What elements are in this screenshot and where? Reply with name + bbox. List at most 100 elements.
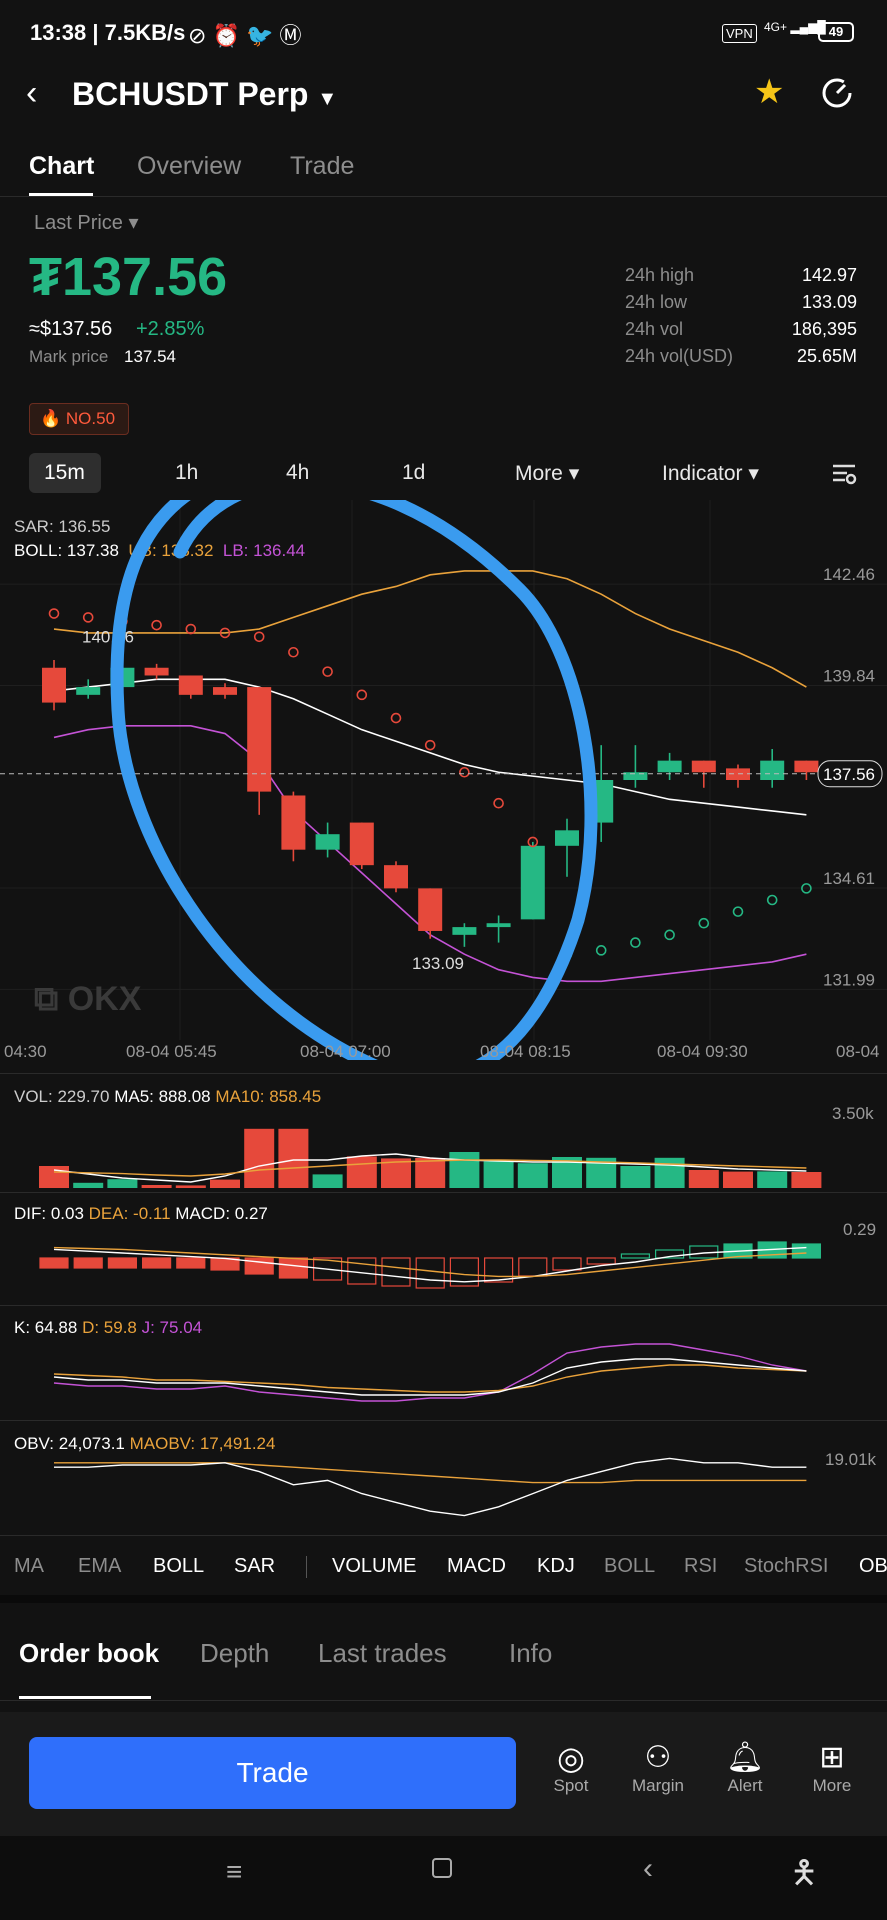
tab-order-book[interactable]: Order book [19, 1638, 159, 1669]
panel-divider [0, 1073, 887, 1074]
macd-bar [552, 1257, 582, 1271]
macd-bar [381, 1257, 411, 1287]
battery-icon: 49 [818, 22, 854, 42]
ind-tab-kdj[interactable]: KDJ [537, 1555, 575, 1578]
alert-button[interactable]: 🔔︎ Alert [700, 1740, 790, 1796]
stat-value: 133.09 [801, 292, 857, 312]
x-tick: 04:30 [4, 1042, 47, 1061]
more-button[interactable]: ⊞ More [787, 1740, 877, 1796]
more-label: More [812, 1776, 852, 1795]
stat-label: 24h high [625, 265, 695, 285]
candlestick-chart[interactable]: ⧉ OKX 137.56 142.46 139.84 134.61 131.99 140.7… [0, 500, 887, 1060]
ind-tab-ema[interactable]: EMA [78, 1555, 121, 1578]
volume-bar [244, 1128, 275, 1188]
macd-bar [518, 1257, 548, 1277]
star-icon[interactable]: ★ [754, 72, 784, 112]
boll-mid-line [53, 678, 807, 816]
last-price-selector[interactable]: Last Price ▾ [34, 210, 139, 235]
ind-tab-boll[interactable]: BOLL [153, 1555, 204, 1578]
macd-bar [73, 1257, 103, 1269]
tab-trade[interactable]: Trade [290, 152, 354, 181]
vpn-badge: VPN [722, 24, 757, 43]
sar-dot [356, 689, 368, 701]
obv-chart [54, 1457, 807, 1517]
sar-dot [493, 797, 504, 809]
indicator-dropdown[interactable]: Indicator ▾ [662, 461, 759, 486]
timeframe-1d[interactable]: 1d [402, 461, 425, 485]
refresh-icon[interactable] [820, 76, 854, 110]
volume-bar [175, 1185, 206, 1188]
ind-tab-ma[interactable]: MA [14, 1555, 44, 1578]
approx-price: ≈$137.56 [29, 318, 113, 340]
kdj-legend: K: 64.88 D: 59.8 J: 75.04 [14, 1318, 202, 1338]
spot-button[interactable]: ◎ Spot [526, 1740, 616, 1796]
more-dropdown[interactable]: More ▾ [515, 461, 579, 486]
ind-tab-boll-sub[interactable]: BOLL [604, 1555, 655, 1578]
tab-info[interactable]: Info [509, 1638, 552, 1669]
ind-tab-sar[interactable]: SAR [234, 1555, 275, 1578]
stat-label: 24h vol(USD) [625, 346, 734, 366]
ind-tab-stochrsi[interactable]: StochRSI [744, 1555, 828, 1578]
sar-dot [698, 917, 710, 929]
candle-body [315, 834, 340, 850]
timeframe-4h[interactable]: 4h [286, 461, 309, 485]
candle-body [144, 667, 169, 676]
macd-bar [415, 1257, 445, 1289]
back-nav-icon[interactable]: ‹ [643, 1852, 653, 1886]
volume-bar [449, 1152, 480, 1188]
grid-icon: ⊞ [819, 1741, 845, 1774]
y-tick: 134.61 [823, 869, 875, 888]
obv-line [54, 1457, 807, 1517]
price-change: +2.85% [136, 318, 205, 340]
home-icon[interactable] [432, 1858, 452, 1878]
back-icon[interactable]: ‹ [26, 74, 37, 113]
tab-last-trades[interactable]: Last trades [318, 1638, 447, 1669]
sar-dot [766, 894, 778, 906]
sar-dot [253, 631, 265, 643]
candle-body [178, 675, 203, 695]
stat-label: 24h vol [625, 319, 684, 339]
panel-divider [0, 1305, 887, 1306]
rank-badge[interactable]: 🔥 NO.50 [29, 403, 129, 435]
bell-icon: 🔔︎ [725, 1741, 765, 1774]
volume-bar [654, 1157, 685, 1188]
menu-icon[interactable]: ≡ [226, 1856, 242, 1888]
ind-tab-obv[interactable]: OB [859, 1555, 887, 1578]
ind-tab-macd[interactable]: MACD [447, 1555, 506, 1578]
macd-legend: DIF: 0.03 DEA: -0.11 MACD: 0.27 [14, 1204, 268, 1224]
candle-body [486, 923, 511, 928]
order-book-underline [19, 1696, 151, 1699]
candle-body [349, 822, 374, 866]
margin-button[interactable]: ⚇ Margin [613, 1740, 703, 1796]
timeframe-1h[interactable]: 1h [175, 461, 198, 485]
tab-depth[interactable]: Depth [200, 1638, 269, 1669]
bottom-tab-border [0, 1700, 887, 1701]
sar-dot [151, 619, 162, 631]
rank-text: NO.50 [65, 409, 116, 428]
trade-button[interactable]: Trade [29, 1737, 516, 1809]
ind-tab-volume[interactable]: VOLUME [332, 1555, 416, 1578]
macd-bar [176, 1257, 206, 1269]
tab-overview[interactable]: Overview [137, 152, 241, 181]
volume-bar [312, 1174, 343, 1188]
page-title[interactable]: BCHUSDT Perp ▼ [72, 76, 337, 113]
volume-bar [415, 1158, 446, 1188]
sar-dot [48, 608, 60, 619]
candle-body [281, 795, 306, 850]
sar-dot [390, 712, 402, 724]
timeframe-15m[interactable]: 15m [44, 461, 85, 485]
okx-watermark: ⧉ OKX [34, 980, 142, 1018]
accessibility-icon[interactable]: 🯅 [790, 1850, 818, 1904]
candle-body [555, 830, 579, 846]
volume-bar [723, 1171, 753, 1188]
tab-chart[interactable]: Chart [29, 152, 94, 181]
volume-bar [107, 1179, 138, 1188]
chart-settings-icon[interactable] [830, 460, 858, 488]
ind-tab-rsi[interactable]: RSI [684, 1555, 717, 1578]
x-axis: 04:30 08-04 05:45 08-04 07:00 08-04 08:1… [0, 1042, 887, 1066]
candle-body [213, 687, 237, 695]
volume-bar [278, 1128, 309, 1188]
current-price-label: 137.56 [823, 765, 875, 784]
macd-chart [39, 1241, 822, 1289]
volume-bar [620, 1166, 651, 1188]
